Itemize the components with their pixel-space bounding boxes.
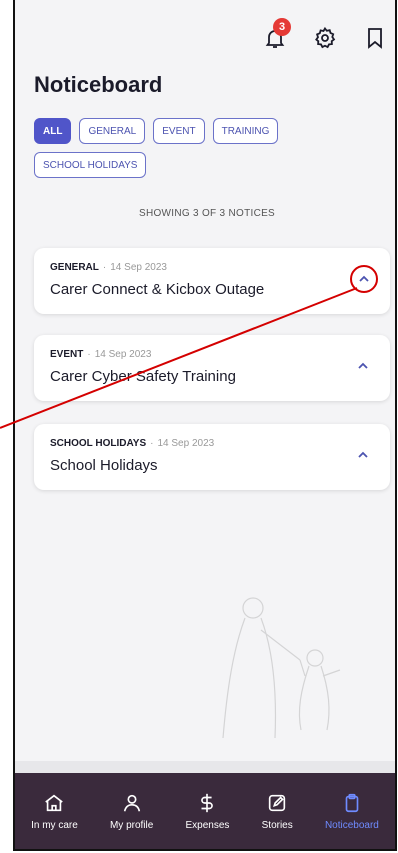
nav-stories[interactable]: Stories [262, 792, 293, 831]
nav-label: In my care [31, 819, 78, 831]
top-bar: 3 [263, 18, 387, 50]
dollar-icon [201, 793, 214, 812]
notice-category: SCHOOL HOLIDAYS [50, 438, 147, 449]
notice-meta: GENERAL · 14 Sep 2023 [50, 262, 374, 273]
carer-child-illustration [222, 597, 341, 739]
nav-noticeboard[interactable]: Noticeboard [325, 792, 379, 831]
filter-training[interactable]: TRAINING [212, 118, 279, 144]
nav-label: My profile [109, 819, 154, 831]
filter-event[interactable]: EVENT [153, 118, 205, 144]
nav-my-profile[interactable]: My profile [110, 792, 153, 831]
nav-in-my-care[interactable]: In my care [31, 792, 78, 831]
notice-title: Carer Connect & Kicbox Outage [50, 281, 265, 298]
home-icon [45, 794, 64, 811]
notice-title: School Holidays [50, 457, 158, 474]
edit-icon [269, 794, 286, 811]
expand-toggle[interactable] [352, 355, 374, 377]
bookmark-icon [368, 28, 382, 49]
notice-card-event[interactable]: EVENT · 14 Sep 2023 Carer Cyber Safety T… [34, 335, 390, 401]
app-screen: 3 Noticeboard ALL GENERAL EVENT TRAINING… [13, 0, 397, 851]
nav-expenses[interactable]: Expenses [185, 792, 230, 831]
filter-general[interactable]: GENERAL [79, 118, 146, 144]
chevron-up-icon [358, 362, 368, 369]
settings-button[interactable] [313, 26, 337, 50]
notice-title: Carer Cyber Safety Training [50, 368, 236, 385]
bottom-navigation: In my care My profile Expenses Stories N… [15, 773, 395, 849]
chevron-up-icon [358, 451, 368, 458]
gear-icon [315, 26, 336, 49]
expand-toggle[interactable] [350, 265, 378, 293]
notice-meta: EVENT · 14 Sep 2023 [50, 349, 374, 360]
page-title: Noticeboard [34, 72, 163, 97]
chevron-up-icon [359, 275, 369, 282]
meta-separator: · [87, 349, 91, 360]
nav-label: Stories [261, 819, 293, 831]
expand-toggle[interactable] [352, 444, 374, 466]
notice-meta: SCHOOL HOLIDAYS · 14 Sep 2023 [50, 438, 374, 449]
notice-card-school-holidays[interactable]: SCHOOL HOLIDAYS · 14 Sep 2023 School Hol… [34, 424, 390, 490]
notice-date: 14 Sep 2023 [110, 262, 167, 273]
user-icon [123, 794, 140, 811]
clipboard-icon [345, 793, 359, 812]
notifications-button[interactable]: 3 [263, 18, 291, 50]
bookmark-button[interactable] [363, 26, 387, 50]
notification-badge: 3 [273, 18, 291, 36]
notice-date: 14 Sep 2023 [157, 438, 215, 449]
meta-separator: · [102, 262, 107, 273]
nav-label: Expenses [185, 819, 230, 831]
filter-chips: ALL GENERAL EVENT TRAINING SCHOOL HOLIDA… [34, 118, 374, 178]
nav-label: Noticeboard [324, 819, 379, 831]
notice-category: GENERAL [50, 262, 99, 273]
filter-all[interactable]: ALL [34, 118, 72, 144]
meta-separator: · [150, 438, 154, 449]
filter-school-holidays[interactable]: SCHOOL HOLIDAYS [34, 152, 147, 178]
notice-card-general[interactable]: GENERAL · 14 Sep 2023 Carer Connect & Ki… [34, 248, 390, 314]
notice-date: 14 Sep 2023 [94, 349, 152, 360]
notice-category: EVENT [50, 349, 84, 360]
content-bottom-strip [15, 761, 395, 773]
results-count: SHOWING 3 OF 3 NOTICES [138, 208, 276, 219]
